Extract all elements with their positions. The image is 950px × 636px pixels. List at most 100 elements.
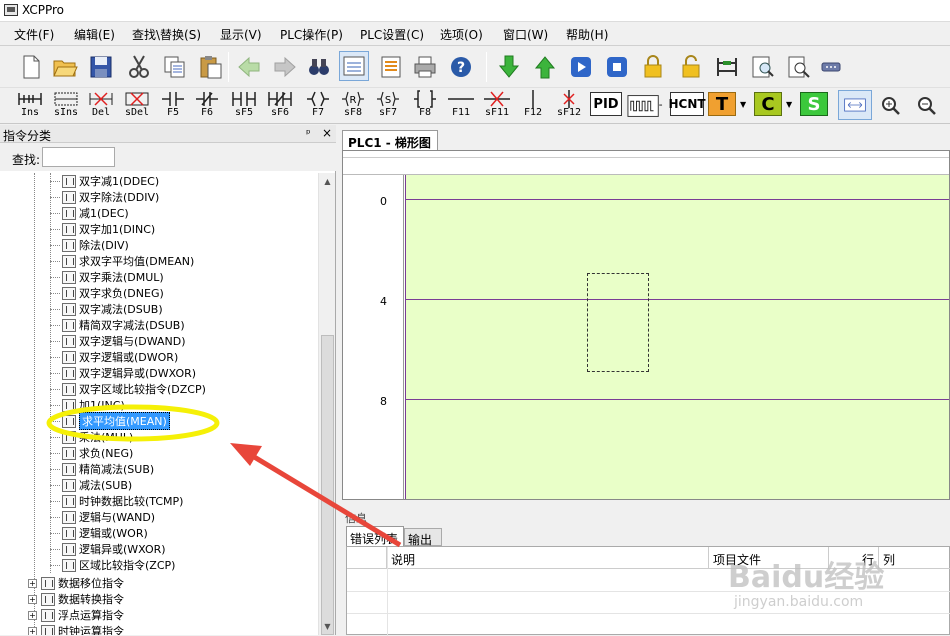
paste-icon[interactable]: [196, 52, 226, 82]
tree-item[interactable]: 双字减1(DDEC): [50, 173, 159, 189]
tree-category[interactable]: + 数据转换指令: [28, 591, 124, 607]
pid-button[interactable]: PID: [590, 92, 622, 116]
menu-file[interactable]: 文件(F): [14, 26, 54, 43]
tree-item[interactable]: 减法(SUB): [50, 477, 132, 493]
expand-icon[interactable]: +: [28, 594, 37, 604]
menu-help[interactable]: 帮助(H): [566, 26, 608, 43]
help-icon[interactable]: ?: [446, 52, 476, 82]
instruction-list-icon[interactable]: [376, 52, 406, 82]
tree-item[interactable]: 区域比较指令(ZCP): [50, 557, 175, 573]
tree-item[interactable]: 乘法(MUL): [50, 429, 133, 445]
menu-edit[interactable]: 编辑(E): [74, 26, 115, 43]
tree-item[interactable]: 逻辑与(WAND): [50, 509, 155, 525]
tree-scrollbar[interactable]: ▲ ▼: [318, 173, 335, 635]
tab-error-list[interactable]: 错误列表: [346, 526, 404, 546]
high-speed-counter-button[interactable]: HCNT: [668, 92, 706, 116]
ladder-view-icon[interactable]: [339, 51, 369, 81]
new-file-icon[interactable]: [16, 52, 46, 82]
vertical-line-button[interactable]: F12: [516, 89, 550, 123]
tree-item[interactable]: 双字求负(DNEG): [50, 285, 164, 301]
insert-row-button[interactable]: Ins: [13, 89, 47, 123]
scroll-down-icon[interactable]: ▼: [319, 618, 336, 635]
tree-item[interactable]: 精简双字减法(DSUB): [50, 317, 185, 333]
tree-category[interactable]: + 浮点运算指令: [28, 607, 124, 623]
normally-open-contact-button[interactable]: F5: [156, 89, 190, 123]
download-icon[interactable]: [494, 52, 524, 82]
table-header-column[interactable]: 列: [879, 547, 950, 569]
scroll-thumb[interactable]: [321, 335, 334, 635]
menu-plc-operation[interactable]: PLC操作(P): [280, 26, 343, 43]
open-folder-icon[interactable]: [50, 52, 80, 82]
forward-arrow-icon[interactable]: [270, 52, 300, 82]
shift-delete-row-button[interactable]: sDel: [120, 89, 154, 123]
menu-window[interactable]: 窗口(W): [503, 26, 548, 43]
preview-icon[interactable]: [748, 52, 778, 82]
reset-coil-button[interactable]: RsF8: [336, 89, 370, 123]
expand-icon[interactable]: +: [28, 578, 37, 588]
tree-item[interactable]: 双字加1(DINC): [50, 221, 155, 237]
unlock-icon[interactable]: [676, 52, 706, 82]
tree-item[interactable]: 求负(NEG): [50, 445, 133, 461]
tree-item[interactable]: 精简减法(SUB): [50, 461, 154, 477]
search-input[interactable]: [42, 147, 115, 167]
copy-icon[interactable]: [160, 52, 190, 82]
menu-options[interactable]: 选项(O): [440, 26, 483, 43]
state-button[interactable]: S: [800, 92, 828, 116]
monitor-icon[interactable]: [712, 52, 742, 82]
delete-horizontal-line-button[interactable]: sF11: [480, 89, 514, 123]
tree-item[interactable]: 逻辑异或(WXOR): [50, 541, 166, 557]
run-icon[interactable]: [566, 52, 596, 82]
tree-item[interactable]: 求平均值(MEAN): [50, 412, 170, 430]
pulse-output-icon[interactable]: [626, 91, 664, 121]
zoom-doc-icon[interactable]: [784, 52, 814, 82]
zoom-in-icon[interactable]: [876, 91, 906, 121]
tree-item[interactable]: 求双字平均值(DMEAN): [50, 253, 194, 269]
tree-item[interactable]: 双字逻辑或(DWOR): [50, 349, 178, 365]
edit-cursor[interactable]: [587, 273, 649, 372]
find-icon[interactable]: [304, 52, 334, 82]
zoom-out-icon[interactable]: [912, 91, 942, 121]
expand-width-icon[interactable]: [838, 90, 872, 120]
tree-item[interactable]: 加1(INC): [50, 397, 125, 413]
function-block-button[interactable]: F8: [408, 89, 442, 123]
timer-dropdown-icon[interactable]: ▼: [740, 100, 746, 109]
ladder-canvas[interactable]: [405, 175, 949, 499]
tab-output[interactable]: 输出: [404, 528, 442, 547]
table-header-description[interactable]: 说明: [387, 547, 709, 569]
save-icon[interactable]: [86, 52, 116, 82]
menu-view[interactable]: 显示(V): [220, 26, 262, 43]
counter-button[interactable]: C: [754, 92, 782, 116]
horizontal-line-button[interactable]: F11: [444, 89, 478, 123]
menu-plc-settings[interactable]: PLC设置(C): [360, 26, 424, 43]
tree-item[interactable]: 除法(DIV): [50, 237, 129, 253]
lock-icon[interactable]: [638, 52, 668, 82]
set-coil-button[interactable]: SsF7: [371, 89, 405, 123]
tree-item[interactable]: 双字区域比较指令(DZCP): [50, 381, 206, 397]
normally-closed-contact-button[interactable]: F6: [190, 89, 224, 123]
output-coil-button[interactable]: F7: [301, 89, 335, 123]
menu-find-replace[interactable]: 查找\替换(S): [132, 26, 201, 43]
cut-icon[interactable]: [124, 52, 154, 82]
expand-icon[interactable]: +: [28, 610, 37, 620]
tree-category[interactable]: + 时钟运算指令: [28, 623, 124, 635]
serial-port-icon[interactable]: [816, 52, 846, 82]
upload-icon[interactable]: [530, 52, 560, 82]
expand-icon[interactable]: +: [28, 626, 37, 635]
parallel-open-contact-button[interactable]: sF5: [227, 89, 261, 123]
parallel-closed-contact-button[interactable]: sF6: [263, 89, 297, 123]
close-icon[interactable]: ×: [322, 126, 332, 140]
print-icon[interactable]: [410, 52, 440, 82]
counter-dropdown-icon[interactable]: ▼: [786, 100, 792, 109]
tree-item[interactable]: 双字逻辑与(DWAND): [50, 333, 186, 349]
delete-row-button[interactable]: Del: [84, 89, 118, 123]
tab-ladder-diagram[interactable]: PLC1 - 梯形图: [342, 130, 438, 150]
tree-item[interactable]: 时钟数据比较(TCMP): [50, 493, 183, 509]
delete-vertical-line-button[interactable]: sF12: [552, 89, 586, 123]
tree-item[interactable]: 双字除法(DDIV): [50, 189, 159, 205]
tree-item[interactable]: 双字乘法(DMUL): [50, 269, 164, 285]
pin-icon[interactable]: ᵖ: [306, 127, 311, 140]
scroll-up-icon[interactable]: ▲: [319, 173, 336, 190]
tree-item[interactable]: 双字逻辑异或(DWXOR): [50, 365, 196, 381]
stop-icon[interactable]: [602, 52, 632, 82]
timer-button[interactable]: T: [708, 92, 736, 116]
